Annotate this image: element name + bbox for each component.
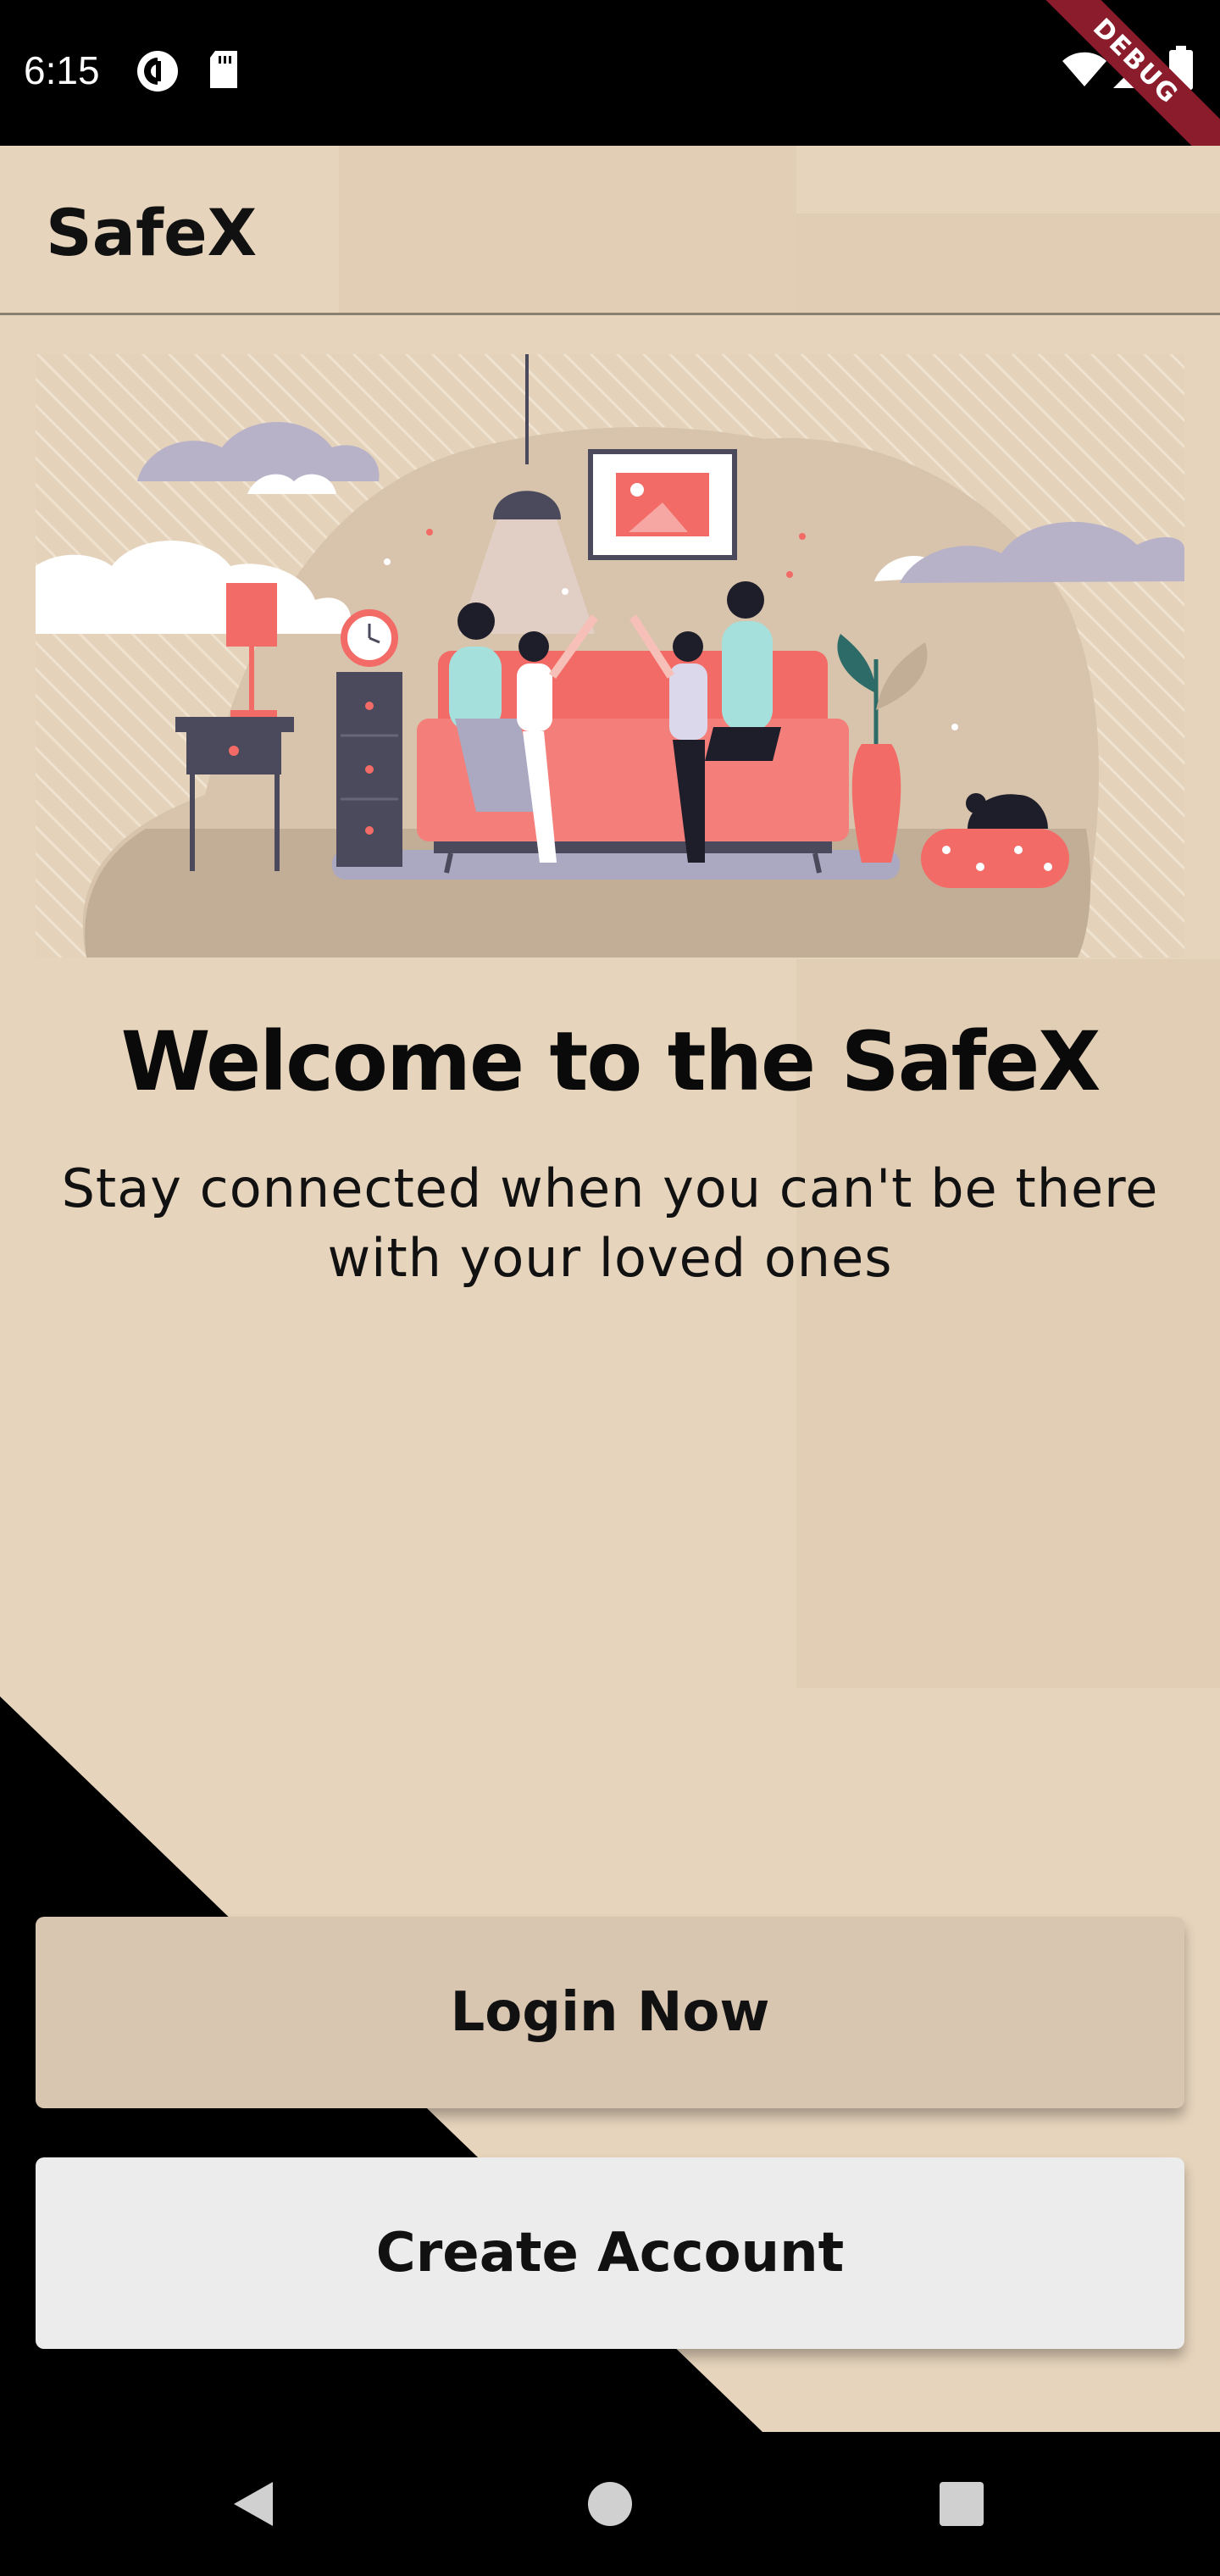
welcome-title: Welcome to the SafeX: [120, 1014, 1101, 1109]
pocket-casts-icon: [136, 49, 180, 97]
login-button[interactable]: Login Now: [36, 1917, 1184, 2108]
create-account-button[interactable]: Create Account: [36, 2157, 1184, 2349]
recents-icon[interactable]: [923, 2466, 1000, 2542]
home-icon[interactable]: [572, 2466, 648, 2542]
status-bar: 6:15 DEBUG: [0, 0, 1220, 172]
subtitle-line-2: with your loved ones: [327, 1227, 893, 1289]
wifi-icon: [1061, 51, 1108, 92]
welcome-subtitle: Stay connected when you can't be there w…: [51, 1154, 1169, 1293]
sd-card-icon: [207, 49, 241, 94]
status-time: 6:15: [24, 48, 100, 92]
family-on-sofa-illustration: [36, 354, 1184, 958]
app-title: SafeX: [46, 195, 258, 270]
welcome-screen: SafeX Welcome to the SafeX Stay connecte…: [0, 146, 1220, 2432]
navigation-bar: [0, 2432, 1220, 2576]
app-bar: SafeX: [0, 146, 1220, 315]
back-icon[interactable]: [216, 2466, 292, 2542]
subtitle-line-1: Stay connected when you can't be there: [61, 1158, 1159, 1219]
